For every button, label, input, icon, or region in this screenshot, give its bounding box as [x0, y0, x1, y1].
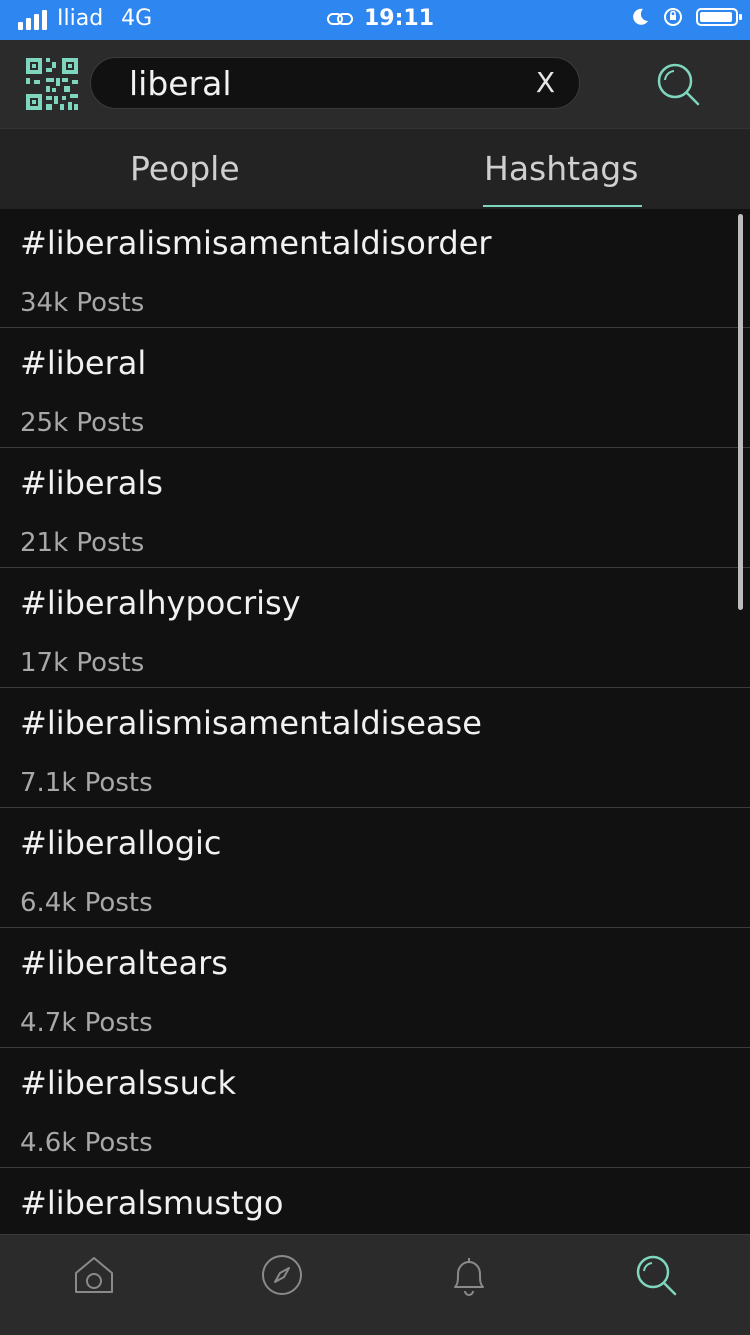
clock: 19:11	[364, 6, 435, 31]
carrier-name: Iliad	[57, 6, 104, 31]
rotation-lock-icon	[664, 8, 682, 26]
tab-hashtags[interactable]: Hashtags	[484, 149, 638, 188]
signal-strength-icon	[18, 8, 47, 30]
search-input[interactable]	[129, 58, 509, 108]
post-count: 17k Posts	[20, 648, 145, 678]
search-tabs: People Hashtags	[0, 128, 750, 209]
post-count: 4.6k Posts	[20, 1128, 153, 1158]
post-count: 6.4k Posts	[20, 888, 153, 918]
list-item[interactable]: #liberalismisamentaldisorder 34k Posts	[0, 208, 750, 328]
scrollbar[interactable]	[738, 214, 743, 610]
bottom-nav	[0, 1234, 750, 1335]
search-bar[interactable]: X	[90, 57, 580, 109]
hashtag-list: #liberalismisamentaldisorder 34k Posts #…	[0, 208, 750, 1234]
hashtag-name: #liberal	[20, 344, 147, 382]
search-header: X	[0, 40, 750, 128]
hashtag-name: #liberals	[20, 464, 163, 502]
hashtag-name: #liberalssuck	[20, 1064, 236, 1102]
link-icon	[327, 12, 353, 25]
active-tab-indicator	[483, 205, 642, 207]
hashtag-name: #liberaltears	[20, 944, 228, 982]
search-icon[interactable]	[634, 1253, 678, 1297]
list-item[interactable]: #liberaltears 4.7k Posts	[0, 928, 750, 1048]
list-item[interactable]: #liberalsmustgo	[0, 1168, 750, 1234]
hashtag-name: #liberallogic	[20, 824, 222, 862]
list-item[interactable]: #liberals 21k Posts	[0, 448, 750, 568]
post-count: 34k Posts	[20, 288, 145, 318]
post-count: 21k Posts	[20, 528, 145, 558]
post-count: 4.7k Posts	[20, 1008, 153, 1038]
search-icon[interactable]	[654, 60, 702, 108]
hashtag-name: #liberalsmustgo	[20, 1184, 284, 1222]
post-count: 7.1k Posts	[20, 768, 153, 798]
bell-icon[interactable]	[447, 1253, 491, 1297]
list-item[interactable]: #liberal 25k Posts	[0, 328, 750, 448]
hashtag-name: #liberalismisamentaldisease	[20, 704, 482, 742]
list-item[interactable]: #liberallogic 6.4k Posts	[0, 808, 750, 928]
hashtag-name: #liberalhypocrisy	[20, 584, 301, 622]
home-icon[interactable]	[72, 1253, 116, 1297]
clear-search-button[interactable]: X	[536, 64, 555, 102]
tab-people[interactable]: People	[130, 149, 240, 188]
list-item[interactable]: #liberalismisamentaldisease 7.1k Posts	[0, 688, 750, 808]
list-item[interactable]: #liberalhypocrisy 17k Posts	[0, 568, 750, 688]
hashtag-name: #liberalismisamentaldisorder	[20, 224, 492, 262]
status-bar: Iliad 4G 19:11	[0, 0, 750, 40]
post-count: 25k Posts	[20, 408, 145, 438]
network-type: 4G	[121, 6, 153, 31]
battery-icon	[696, 8, 742, 26]
list-item[interactable]: #liberalssuck 4.6k Posts	[0, 1048, 750, 1168]
moon-icon	[633, 8, 648, 25]
compass-icon[interactable]	[260, 1253, 304, 1297]
qr-code-icon[interactable]	[24, 56, 80, 112]
